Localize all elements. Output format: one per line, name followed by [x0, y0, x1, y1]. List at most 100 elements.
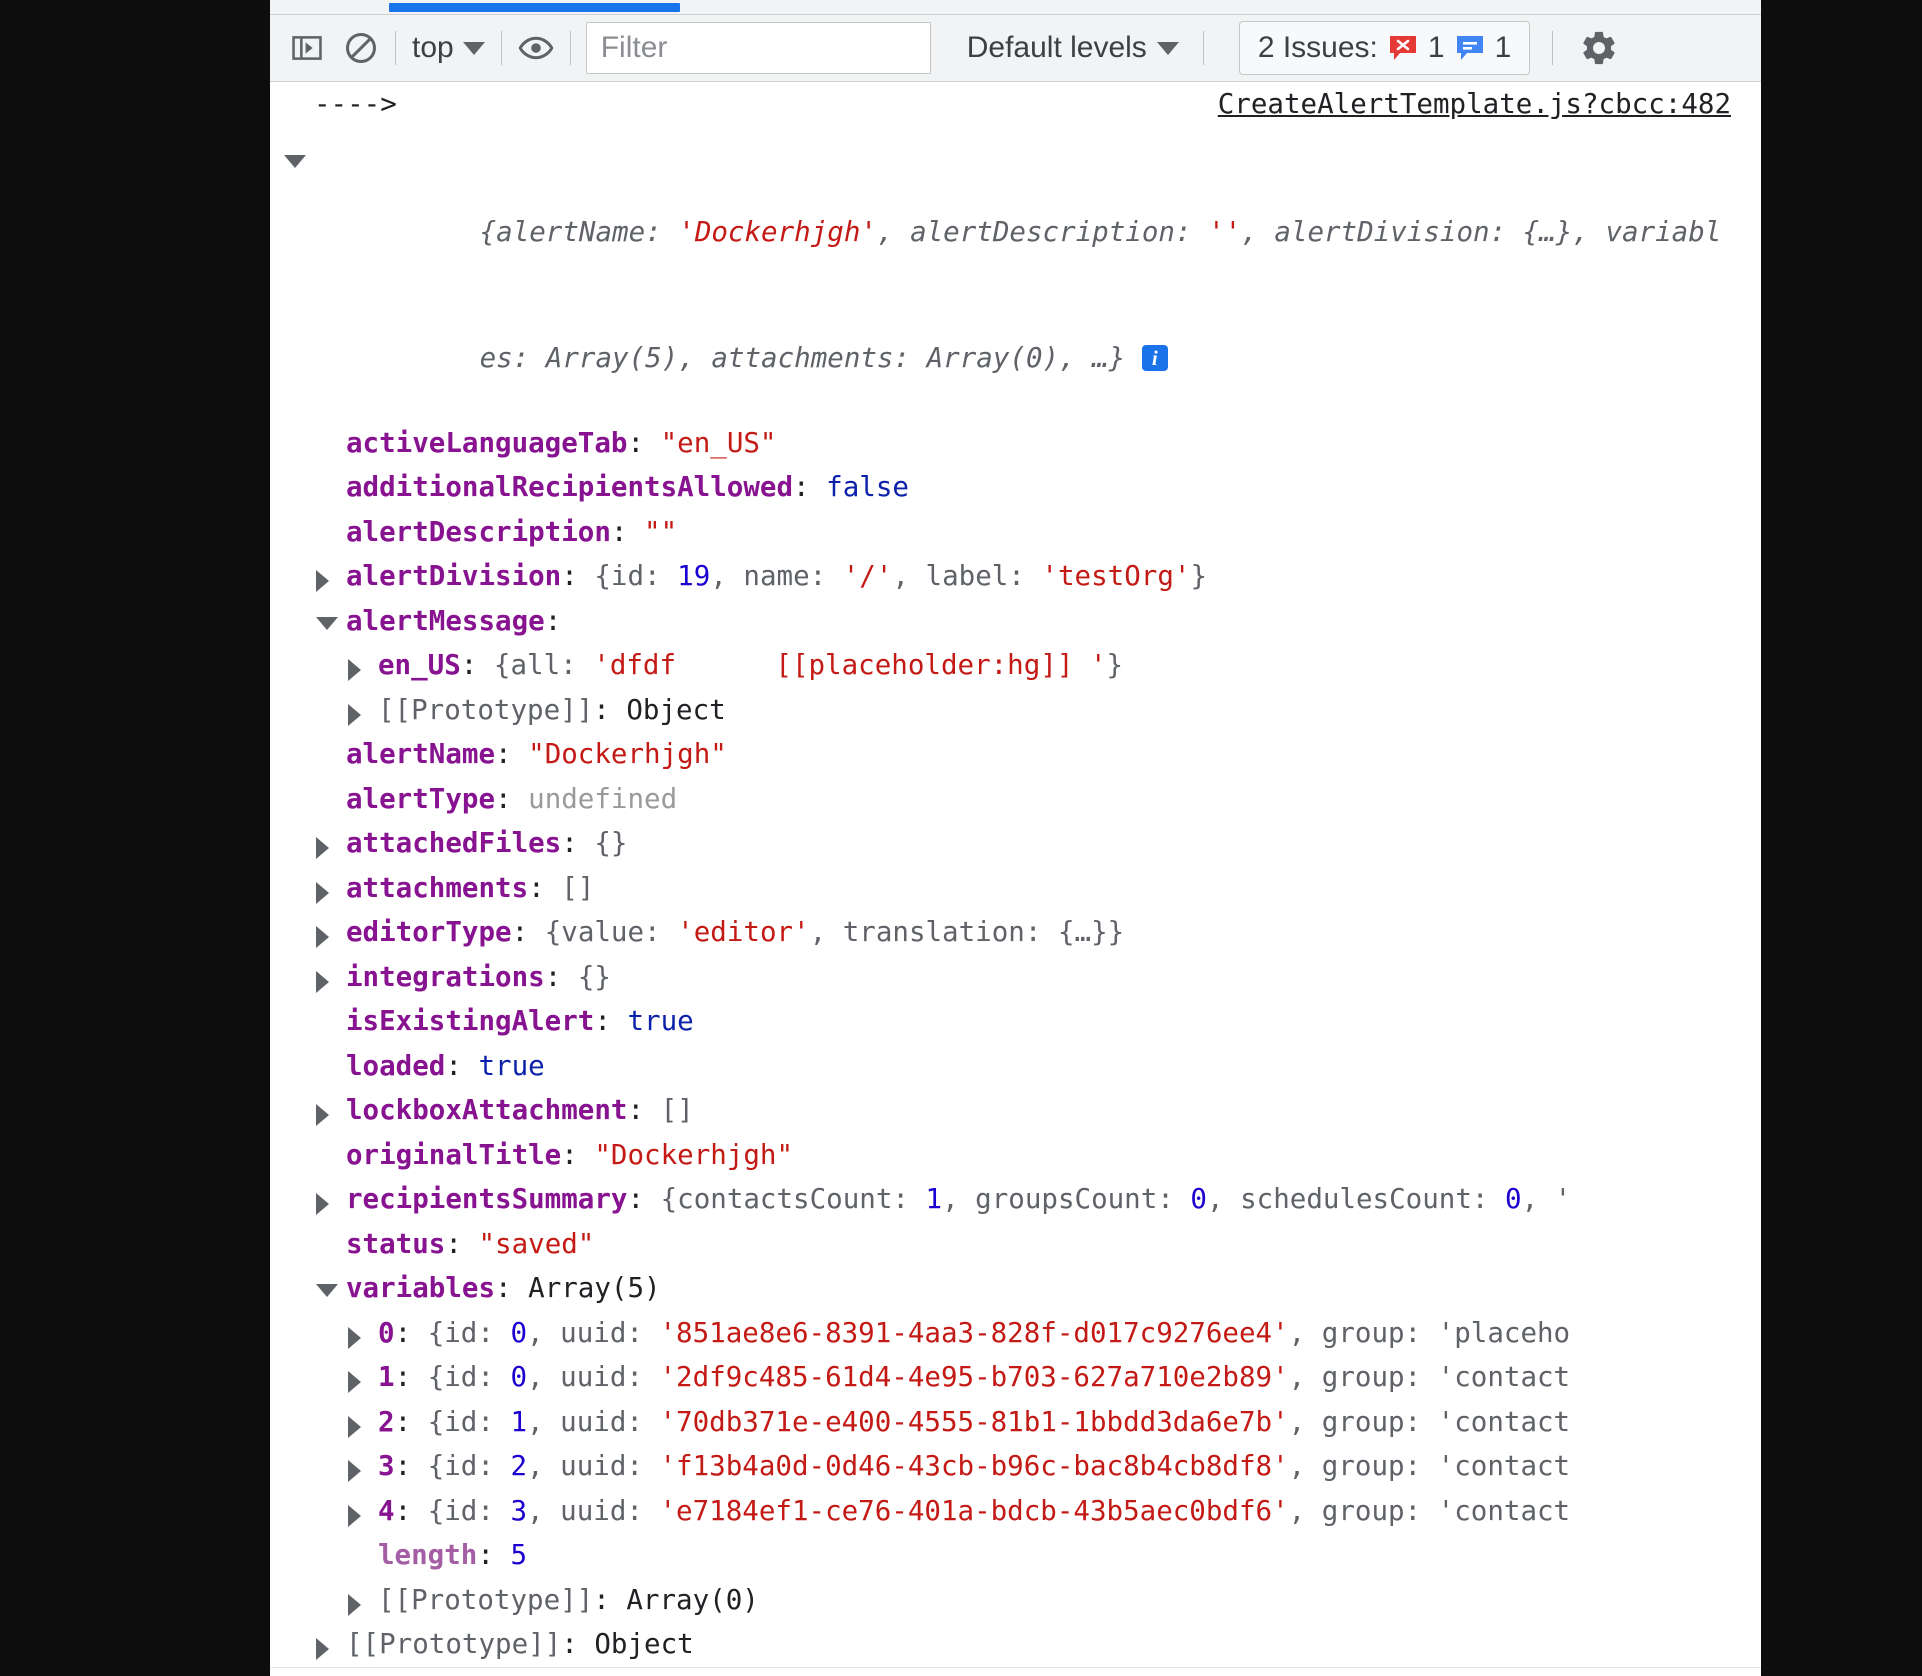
- expand-collapse-toggle-icon[interactable]: [316, 926, 329, 948]
- property-value: []: [660, 1094, 694, 1126]
- object-property-row[interactable]: status: "saved": [270, 1222, 1761, 1267]
- expand-collapse-toggle-icon[interactable]: [348, 1415, 361, 1438]
- property-separator: :: [495, 1272, 529, 1304]
- execution-context-selector[interactable]: top: [403, 24, 494, 72]
- object-property-row[interactable]: attachedFiles: {}: [270, 821, 1761, 866]
- clear-console-icon[interactable]: [334, 21, 388, 75]
- expand-collapse-toggle-icon[interactable]: [316, 616, 338, 630]
- object-property-row[interactable]: 4: {id: 3, uuid: 'e7184ef1-ce76-401a-bdc…: [270, 1489, 1761, 1534]
- source-link[interactable]: CreateAlertTemplate.js?cbcc:482: [1218, 82, 1743, 127]
- object-property-row[interactable]: variables: Array(5): [270, 1266, 1761, 1311]
- sidebar-panel-icon[interactable]: [280, 21, 334, 75]
- expand-collapse-toggle-icon[interactable]: [348, 703, 361, 726]
- log-levels-label: Default levels: [966, 31, 1147, 64]
- property-value: Object: [626, 693, 726, 726]
- log-levels-dropdown[interactable]: Default levels: [967, 31, 1179, 65]
- preview-mid: , alertDescription:: [876, 215, 1209, 248]
- property-key: alertDivision: [346, 560, 562, 592]
- expand-collapse-toggle-icon[interactable]: [316, 970, 329, 993]
- devtools-console-panel: top Filter Default levels 2 Issues: 1 1 …: [270, 0, 1761, 1676]
- gear-glyph: [1583, 31, 1615, 65]
- info-count: 1: [1494, 31, 1512, 64]
- property-value: false: [826, 471, 909, 503]
- object-preview-line-2[interactable]: es: Array(5), attachments: Array(0), …} …: [270, 295, 1761, 421]
- property-key: editorType: [346, 916, 512, 948]
- property-key: [[Prototype]]: [378, 1583, 594, 1616]
- object-property-row[interactable]: 2: {id: 1, uuid: '70db371e-e400-4555-81b…: [270, 1400, 1761, 1445]
- object-property-row[interactable]: activeLanguageTab: "en_US": [270, 421, 1761, 466]
- object-property-row[interactable]: additionalRecipientsAllowed: false: [270, 465, 1761, 510]
- object-property-row[interactable]: [[Prototype]]: Object: [270, 1622, 1761, 1667]
- object-property-row[interactable]: attachments: []: [270, 866, 1761, 911]
- property-value: Array(5): [528, 1272, 661, 1304]
- property-key: alertMessage: [346, 604, 545, 637]
- property-key: attachedFiles: [346, 827, 562, 859]
- console-entry-header: ----> CreateAlertTemplate.js?cbcc:482: [270, 82, 1761, 127]
- object-property-row[interactable]: en_US: {all: 'dfdf [[placeholder:hg]] '}: [270, 643, 1761, 688]
- expand-collapse-toggle-icon[interactable]: [348, 1504, 361, 1527]
- log-marker-text: ---->: [314, 88, 397, 120]
- property-value: "": [644, 515, 678, 548]
- expand-collapse-toggle-icon[interactable]: [348, 659, 361, 681]
- object-property-row[interactable]: integrations: {}: [270, 955, 1761, 1000]
- filter-placeholder: Filter: [600, 31, 668, 64]
- console-toolbar: top Filter Default levels 2 Issues: 1 1: [270, 15, 1761, 82]
- property-key: integrations: [346, 960, 545, 993]
- property-key: length: [378, 1539, 478, 1571]
- filter-input[interactable]: Filter: [585, 22, 931, 74]
- object-property-row[interactable]: length: 5: [270, 1533, 1761, 1578]
- object-property-row[interactable]: alertType: undefined: [270, 777, 1761, 822]
- toolbar-divider: [569, 31, 571, 65]
- property-separator: :: [495, 782, 529, 815]
- object-property-row[interactable]: loaded: true: [270, 1044, 1761, 1089]
- object-property-row[interactable]: lockboxAttachment: []: [270, 1088, 1761, 1133]
- object-property-row[interactable]: [[Prototype]]: Array(0): [270, 1578, 1761, 1623]
- property-separator: :: [627, 1094, 661, 1126]
- preview-alert-description: '': [1208, 215, 1242, 248]
- property-key: [[Prototype]]: [378, 693, 594, 726]
- expand-collapse-toggle-icon[interactable]: [316, 1193, 329, 1215]
- object-property-row[interactable]: [[Prototype]]: Object: [270, 688, 1761, 733]
- property-key: 1: [378, 1361, 395, 1393]
- object-property-row[interactable]: alertDescription: "": [270, 510, 1761, 555]
- console-entry-482: ----> CreateAlertTemplate.js?cbcc:482 {a…: [270, 82, 1761, 1668]
- expand-collapse-toggle-icon[interactable]: [316, 570, 329, 592]
- object-property-row[interactable]: recipientsSummary: {contactsCount: 1, gr…: [270, 1177, 1761, 1222]
- expand-collapse-toggle-icon[interactable]: [348, 1326, 361, 1349]
- property-value: Array(0): [626, 1583, 759, 1616]
- property-separator: :: [593, 693, 627, 726]
- expand-collapse-toggle-icon[interactable]: [284, 154, 306, 168]
- toolbar-divider: [1202, 31, 1204, 65]
- object-property-row[interactable]: isExistingAlert: true: [270, 999, 1761, 1044]
- property-value: {id: 19, name: '/', label: 'testOrg'}: [594, 560, 1207, 592]
- object-property-row[interactable]: originalTitle: "Dockerhjgh": [270, 1133, 1761, 1178]
- gear-icon[interactable]: [1572, 21, 1626, 75]
- property-separator: :: [445, 1049, 479, 1082]
- expand-collapse-toggle-icon[interactable]: [316, 1284, 338, 1297]
- property-separator: :: [544, 604, 562, 637]
- issues-button[interactable]: 2 Issues: 1 1: [1238, 21, 1531, 75]
- info-marker-icon[interactable]: i: [1141, 344, 1168, 371]
- expand-collapse-toggle-icon[interactable]: [316, 881, 329, 904]
- object-property-row[interactable]: 1: {id: 0, uuid: '2df9c485-61d4-4e95-b70…: [270, 1355, 1761, 1400]
- object-property-row[interactable]: 3: {id: 2, uuid: 'f13b4a0d-0d46-43cb-b96…: [270, 1444, 1761, 1489]
- object-property-row[interactable]: 0: {id: 0, uuid: '851ae8e6-8391-4aa3-828…: [270, 1311, 1761, 1356]
- expand-collapse-toggle-icon[interactable]: [316, 1104, 329, 1126]
- expand-collapse-toggle-icon[interactable]: [316, 837, 329, 859]
- object-property-row[interactable]: alertName: "Dockerhjgh": [270, 732, 1761, 777]
- preview-open: {alertName:: [479, 215, 679, 248]
- property-separator: :: [793, 471, 827, 503]
- property-separator: :: [511, 916, 545, 948]
- expand-collapse-toggle-icon[interactable]: [348, 1593, 361, 1616]
- expand-collapse-toggle-icon[interactable]: [316, 1638, 329, 1660]
- object-preview-line-1[interactable]: {alertName: 'Dockerhjgh', alertDescripti…: [270, 127, 1761, 295]
- object-property-row[interactable]: alertMessage:: [270, 599, 1761, 644]
- expand-collapse-toggle-icon[interactable]: [348, 1460, 361, 1482]
- eye-icon[interactable]: [509, 21, 563, 75]
- property-separator: :: [394, 1494, 428, 1527]
- object-property-row[interactable]: editorType: {value: 'editor', translatio…: [270, 910, 1761, 955]
- object-property-row[interactable]: alertDivision: {id: 19, name: '/', label…: [270, 554, 1761, 599]
- preview-rest: , alertDivision: {…}, variabl: [1241, 215, 1722, 248]
- property-key: 2: [378, 1405, 395, 1438]
- expand-collapse-toggle-icon[interactable]: [348, 1371, 361, 1393]
